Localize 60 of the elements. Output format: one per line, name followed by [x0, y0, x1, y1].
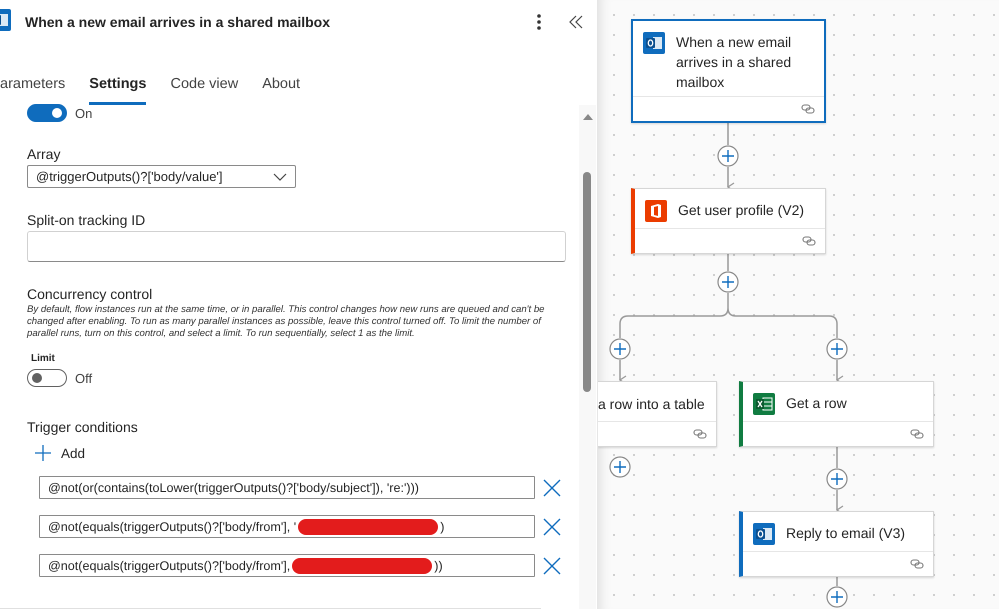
scrollbar-thumb[interactable]: [583, 172, 591, 392]
remove-icon[interactable]: [543, 478, 561, 496]
remove-icon[interactable]: [543, 518, 561, 536]
chevron-down-icon: [273, 172, 287, 180]
toggle-label: Off: [75, 370, 92, 386]
add-step-button[interactable]: [717, 271, 739, 293]
tab[interactable]: Code view: [170, 74, 238, 105]
card-title: When a new email arrives in a shared mailbox: [676, 33, 792, 92]
add-step-button[interactable]: [609, 338, 631, 360]
add-step-button[interactable]: [717, 145, 739, 167]
section-heading: Concurrency control: [27, 286, 152, 302]
card-title: Reply to email (V3): [786, 524, 906, 543]
limit-label: Limit: [31, 353, 55, 364]
connector-line: [727, 123, 729, 145]
panel-title: When a new email arrives in a shared mailbox: [25, 14, 332, 30]
tracking-id-field[interactable]: [27, 231, 566, 262]
card-title: Get a row: [786, 394, 847, 413]
action-card[interactable]: a row into a table: [598, 381, 717, 447]
plus-icon: [35, 445, 51, 461]
tab[interactable]: Settings: [89, 74, 146, 105]
link-icon: [802, 236, 816, 246]
mail-app-icon: [753, 523, 775, 545]
link-icon: [910, 429, 924, 439]
action-card[interactable]: Get a row: [739, 381, 934, 447]
add-button[interactable]: Add: [35, 445, 86, 461]
condition-field[interactable]: @not(equals(triggerOutputs()?['body/from'], )): [39, 554, 535, 577]
link-icon: [693, 429, 707, 439]
condition-field[interactable]: @not(equals(triggerOutputs()?['body/from'], ' ): [39, 515, 535, 538]
condition-field[interactable]: @not(or(contains(toLower(triggerOutputs()?['body/subject']), 're:'))): [39, 476, 535, 499]
link-icon: [801, 104, 815, 114]
action-card[interactable]: When a new email arrives in a shared mailbox: [631, 19, 826, 123]
array-dropdown[interactable]: @triggerOutputs()?['body/value']: [27, 165, 296, 188]
field-label: Split-on tracking ID: [27, 212, 146, 228]
add-step-button[interactable]: [826, 338, 848, 360]
connector-line: [836, 447, 838, 468]
limit-toggle[interactable]: [27, 369, 67, 387]
tab[interactable]: arameters: [0, 74, 66, 105]
section-heading: Trigger conditions: [27, 419, 138, 435]
add-step-button[interactable]: [826, 468, 848, 490]
connector-line: [727, 254, 729, 271]
tab[interactable]: About: [262, 74, 300, 105]
add-step-button[interactable]: [609, 456, 631, 478]
add-step-button[interactable]: [826, 586, 848, 608]
card-title: Get user profile (V2): [678, 201, 804, 220]
mail-app-icon: [643, 32, 665, 54]
card-title: a row into a table: [598, 395, 705, 414]
office-app-icon: [645, 200, 667, 222]
action-card[interactable]: Reply to email (V3): [739, 511, 934, 577]
split-on-toggle[interactable]: [27, 104, 67, 122]
field-label: Array: [27, 146, 60, 162]
scroll-up-icon: [583, 113, 593, 120]
connector-line: [836, 577, 838, 586]
action-card[interactable]: Get user profile (V2): [631, 188, 826, 254]
description-text: By default, flow instances run at the same time, or in parallel. This control changes how new runs are queued and can't be changed after enabling. To run as many parallel instances as possible, leave this control turned off. To limit the number of parallel runs, turn on this control, and select a limit. To run sequentially, select 1 as the limit.: [27, 304, 546, 340]
link-icon: [910, 559, 924, 569]
collapse-icon: [569, 15, 583, 29]
toggle-label: On: [75, 106, 92, 120]
spreadsheet-app-icon: [753, 393, 775, 415]
remove-icon[interactable]: [543, 556, 561, 574]
scrollbar[interactable]: [579, 105, 596, 609]
